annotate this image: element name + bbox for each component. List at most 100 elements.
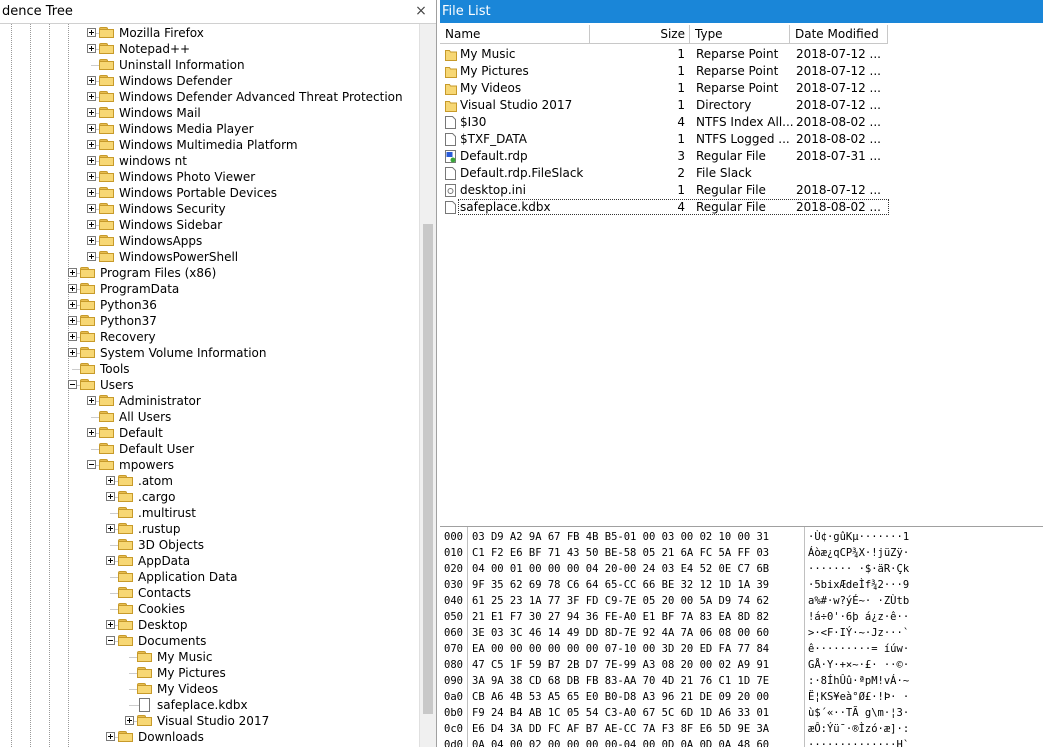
- expand-plus-icon[interactable]: [87, 28, 96, 37]
- expand-plus-icon[interactable]: [106, 556, 115, 565]
- file-row[interactable]: $I30 4 NTFS Index All... 2018-08-02 ...: [440, 114, 890, 131]
- expand-plus-icon[interactable]: [87, 124, 96, 133]
- column-header-date-modified[interactable]: Date Modified: [790, 25, 888, 43]
- tree-item[interactable]: Cookies: [0, 601, 420, 617]
- tree-item[interactable]: Tools: [0, 361, 420, 377]
- file-row[interactable]: safeplace.kdbx 4 Regular File 2018-08-02 ..…: [440, 199, 890, 216]
- tree-item[interactable]: Windows Portable Devices: [0, 185, 420, 201]
- hex-row[interactable]: 0d0 0A 04 00 02 00 00 00 00-04 00 0D 0A 0…: [440, 737, 1043, 747]
- tree-item[interactable]: Uninstall Information: [0, 57, 420, 73]
- hex-row[interactable]: 050 21 E1 F7 30 27 94 36 FE-A0 E1 BF 7A 8…: [440, 609, 1043, 625]
- column-header-size[interactable]: Size: [590, 25, 690, 43]
- file-row[interactable]: Default.rdp.FileSlack 2 File Slack: [440, 165, 890, 182]
- hex-row[interactable]: 070 EA 00 00 00 00 00 00 07-10 00 3D 20 E…: [440, 641, 1043, 657]
- expand-plus-icon[interactable]: [106, 620, 115, 629]
- hex-row[interactable]: 090 3A 9A 38 CD 68 DB FB 83-AA 70 4D 21 7…: [440, 673, 1043, 689]
- expand-plus-icon[interactable]: [68, 268, 77, 277]
- hex-row[interactable]: 0c0 E6 D4 3A DD FC AF B7 AE-CC 7A F3 8F E…: [440, 721, 1043, 737]
- expand-plus-icon[interactable]: [68, 348, 77, 357]
- hex-row[interactable]: 0a0 CB A6 4B 53 A5 65 E0 B0-D8 A3 96 21 D…: [440, 689, 1043, 705]
- hex-row[interactable]: 040 61 25 23 1A 77 3F FD C9-7E 05 20 00 5…: [440, 593, 1043, 609]
- expand-plus-icon[interactable]: [68, 284, 77, 293]
- file-row[interactable]: Visual Studio 2017 1 Directory 2018-07-12 .…: [440, 97, 890, 114]
- tree-item[interactable]: Documents: [0, 633, 420, 649]
- collapse-minus-icon[interactable]: [68, 380, 77, 389]
- expand-plus-icon[interactable]: [106, 524, 115, 533]
- expand-plus-icon[interactable]: [87, 188, 96, 197]
- expand-plus-icon[interactable]: [106, 492, 115, 501]
- tree-item[interactable]: windows nt: [0, 153, 420, 169]
- tree-item[interactable]: Default: [0, 425, 420, 441]
- column-header-type[interactable]: Type: [690, 25, 790, 43]
- expand-plus-icon[interactable]: [87, 204, 96, 213]
- hex-row[interactable]: 010 C1 F2 E6 BF 71 43 50 BE-58 05 21 6A F…: [440, 545, 1043, 561]
- file-row[interactable]: My Music 1 Reparse Point 2018-07-12 ...: [440, 46, 890, 63]
- expand-plus-icon[interactable]: [87, 92, 96, 101]
- tree-item[interactable]: Windows Sidebar: [0, 217, 420, 233]
- tree-item[interactable]: Contacts: [0, 585, 420, 601]
- tree-item[interactable]: Notepad++: [0, 41, 420, 57]
- tree-item[interactable]: 3D Objects: [0, 537, 420, 553]
- collapse-minus-icon[interactable]: [87, 460, 96, 469]
- tree-item[interactable]: WindowsApps: [0, 233, 420, 249]
- hex-row[interactable]: 030 9F 35 62 69 78 C6 64 65-CC 66 BE 32 1…: [440, 577, 1043, 593]
- tree-item[interactable]: My Videos: [0, 681, 420, 697]
- tree-item[interactable]: Windows Media Player: [0, 121, 420, 137]
- tree-vertical-scrollbar[interactable]: [419, 24, 436, 747]
- tree-item[interactable]: .atom: [0, 473, 420, 489]
- expand-plus-icon[interactable]: [106, 732, 115, 741]
- tree-item[interactable]: Python36: [0, 297, 420, 313]
- file-row[interactable]: My Pictures 1 Reparse Point 2018-07-12 ...: [440, 63, 890, 80]
- expand-plus-icon[interactable]: [68, 332, 77, 341]
- tree-scrollbar-thumb[interactable]: [423, 224, 433, 714]
- expand-plus-icon[interactable]: [87, 220, 96, 229]
- tree-item[interactable]: Windows Defender: [0, 73, 420, 89]
- tree-item[interactable]: Recovery: [0, 329, 420, 345]
- expand-plus-icon[interactable]: [68, 300, 77, 309]
- tree-item[interactable]: .cargo: [0, 489, 420, 505]
- column-header-name[interactable]: Name: [440, 25, 590, 43]
- tree-item[interactable]: Desktop: [0, 617, 420, 633]
- file-row[interactable]: My Videos 1 Reparse Point 2018-07-12 ...: [440, 80, 890, 97]
- tree-item[interactable]: safeplace.kdbx: [0, 697, 420, 713]
- tree-item[interactable]: My Music: [0, 649, 420, 665]
- tree-item[interactable]: My Pictures: [0, 665, 420, 681]
- file-row[interactable]: $TXF_DATA 1 NTFS Logged ... 2018-08-02 ...: [440, 131, 890, 148]
- tree-item[interactable]: Visual Studio 2017: [0, 713, 420, 729]
- expand-plus-icon[interactable]: [87, 252, 96, 261]
- expand-plus-icon[interactable]: [87, 428, 96, 437]
- hex-row[interactable]: 0b0 F9 24 B4 AB 1C 05 54 C3-A0 67 5C 6D 1…: [440, 705, 1043, 721]
- hex-row[interactable]: 000 03 D9 A2 9A 67 FB 4B B5-01 00 03 00 0…: [440, 529, 1043, 545]
- expand-plus-icon[interactable]: [125, 716, 134, 725]
- tree-item[interactable]: All Users: [0, 409, 420, 425]
- tree-item[interactable]: Administrator: [0, 393, 420, 409]
- expand-plus-icon[interactable]: [87, 396, 96, 405]
- expand-plus-icon[interactable]: [87, 140, 96, 149]
- hex-row[interactable]: 060 3E 03 3C 46 14 49 DD 8D-7E 92 4A 7A 0…: [440, 625, 1043, 641]
- expand-plus-icon[interactable]: [106, 476, 115, 485]
- tree-item[interactable]: Python37: [0, 313, 420, 329]
- expand-plus-icon[interactable]: [87, 108, 96, 117]
- close-icon[interactable]: ×: [414, 0, 428, 23]
- hex-row[interactable]: 080 47 C5 1F 59 B7 2B D7 7E-99 A3 08 20 0…: [440, 657, 1043, 673]
- tree-item[interactable]: Windows Mail: [0, 105, 420, 121]
- tree-item[interactable]: Downloads: [0, 729, 420, 745]
- tree-item[interactable]: WindowsPowerShell: [0, 249, 420, 265]
- expand-plus-icon[interactable]: [87, 156, 96, 165]
- expand-plus-icon[interactable]: [87, 44, 96, 53]
- expand-plus-icon[interactable]: [87, 172, 96, 181]
- tree-item[interactable]: Users: [0, 377, 420, 393]
- expand-plus-icon[interactable]: [87, 236, 96, 245]
- expand-plus-icon[interactable]: [87, 76, 96, 85]
- collapse-minus-icon[interactable]: [106, 636, 115, 645]
- tree-item[interactable]: AppData: [0, 553, 420, 569]
- tree-item[interactable]: ProgramData: [0, 281, 420, 297]
- tree-item[interactable]: Mozilla Firefox: [0, 25, 420, 41]
- tree-item[interactable]: Windows Photo Viewer: [0, 169, 420, 185]
- expand-plus-icon[interactable]: [68, 316, 77, 325]
- tree-item[interactable]: mpowers: [0, 457, 420, 473]
- tree-item[interactable]: System Volume Information: [0, 345, 420, 361]
- tree-item[interactable]: .rustup: [0, 521, 420, 537]
- file-row[interactable]: Default.rdp 3 Regular File 2018-07-31 ...: [440, 148, 890, 165]
- tree-item[interactable]: Windows Security: [0, 201, 420, 217]
